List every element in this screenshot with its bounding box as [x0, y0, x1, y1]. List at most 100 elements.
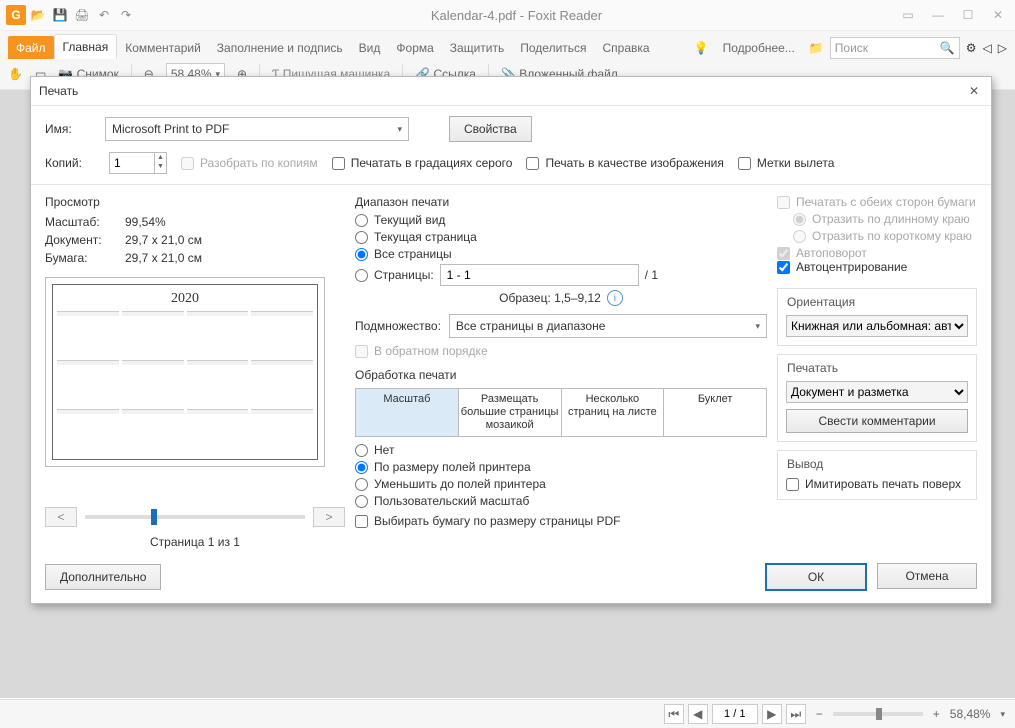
flip-long-radio: Отразить по длинному краю [793, 212, 977, 226]
preview-thumbnail: 2020 [45, 277, 325, 467]
tab-view[interactable]: Вид [351, 36, 389, 59]
pages-input[interactable] [440, 264, 639, 286]
bulb-icon[interactable]: 💡 [694, 41, 709, 55]
save-icon[interactable]: 💾 [50, 5, 70, 25]
preview-doc-value: 29,7 x 21,0 см [125, 231, 202, 249]
scale-custom[interactable]: Пользовательский масштаб [355, 494, 767, 508]
preview-prev-button[interactable]: < [45, 507, 77, 527]
range-current-page[interactable]: Текущая страница [355, 230, 767, 244]
zoom-slider[interactable] [833, 712, 923, 716]
gear-icon[interactable]: ⚙ [966, 41, 977, 55]
auto-rotate-checkbox: Автоповорот [777, 246, 977, 260]
tab-file[interactable]: Файл [8, 36, 54, 59]
tab-home[interactable]: Главная [54, 34, 118, 59]
copies-spinner[interactable]: ▲▼ [109, 152, 167, 174]
minimize-icon[interactable]: — [927, 8, 949, 22]
zoom-out-status-icon[interactable]: − [816, 707, 823, 721]
preview-doc-label: Документ: [45, 231, 115, 249]
preview-year: 2020 [171, 291, 199, 307]
titlebar: G 📂 💾 🖨 ↶ ↷ Kalendar-4.pdf - Foxit Reade… [0, 0, 1015, 31]
tab-form[interactable]: Форма [388, 36, 441, 59]
handling-tab-nup[interactable]: Несколько страниц на листе [562, 389, 665, 436]
print-as-image-checkbox[interactable]: Печать в качестве изображения [526, 156, 723, 170]
range-all-pages[interactable]: Все страницы [355, 247, 767, 261]
preview-scale-value: 99,54% [125, 213, 166, 231]
tab-help[interactable]: Справка [595, 36, 658, 59]
tell-me[interactable]: Подробнее... [715, 36, 803, 59]
printer-select[interactable]: Microsoft Print to PDF▾ [105, 117, 409, 141]
first-page-icon[interactable]: ⏮ [664, 704, 684, 724]
dialog-close-icon[interactable]: ✕ [965, 82, 983, 100]
redo-icon[interactable]: ↷ [116, 5, 136, 25]
search-input[interactable]: Поиск 🔍 [830, 37, 960, 59]
copies-label: Копий: [45, 156, 95, 170]
undo-icon[interactable]: ↶ [94, 5, 114, 25]
page-number-field[interactable] [712, 704, 758, 724]
range-sample: Образец: 1,5–9,12 [499, 291, 601, 305]
range-pages[interactable]: Страницы: [355, 268, 434, 282]
handling-tab-scale[interactable]: Масштаб [356, 389, 459, 436]
next-page-icon[interactable]: ▶ [762, 704, 782, 724]
search-icon: 🔍 [940, 41, 955, 55]
advanced-button[interactable]: Дополнительно [45, 564, 161, 590]
summarize-comments-button[interactable]: Свести комментарии [786, 409, 968, 433]
collate-checkbox: Разобрать по копиям [181, 156, 318, 170]
scale-shrink[interactable]: Уменьшить до полей принтера [355, 477, 767, 491]
window-title: Kalendar-4.pdf - Foxit Reader [136, 8, 897, 23]
print-what-title: Печатать [784, 361, 841, 375]
subset-select[interactable]: Все страницы в диапазоне▾ [449, 314, 767, 338]
app-icon: G [6, 5, 26, 25]
preview-title: Просмотр [45, 195, 345, 209]
choose-paper-checkbox[interactable]: Выбирать бумагу по размеру страницы PDF [355, 514, 767, 528]
open-icon[interactable]: 📂 [28, 5, 48, 25]
grayscale-checkbox[interactable]: Печатать в градациях серого [332, 156, 513, 170]
preview-paper-value: 29,7 x 21,0 см [125, 249, 202, 267]
handling-tabs: Масштаб Размещать большие страницы мозаи… [355, 388, 767, 437]
hand-tool-icon[interactable]: ✋ [8, 67, 23, 81]
range-title: Диапазон печати [355, 195, 767, 209]
info-icon[interactable]: i [607, 290, 623, 306]
nav-right-icon[interactable]: ▷ [998, 41, 1007, 55]
cancel-button[interactable]: Отмена [877, 563, 977, 589]
tab-fillsign[interactable]: Заполнение и подпись [209, 36, 351, 59]
printer-name-label: Имя: [45, 122, 95, 136]
bleed-marks-checkbox[interactable]: Метки вылета [738, 156, 835, 170]
folder-icon[interactable]: 📁 [809, 41, 824, 55]
dialog-title: Печать [39, 84, 78, 98]
print-icon[interactable]: 🖨 [72, 5, 92, 25]
prev-page-icon[interactable]: ◀ [688, 704, 708, 724]
statusbar: ⏮ ◀ ▶ ⏭ − + 58,48% ▾ [0, 699, 1015, 728]
range-current-view[interactable]: Текущий вид [355, 213, 767, 227]
close-window-icon[interactable]: ✕ [987, 8, 1009, 22]
restore-icon[interactable]: ▭ [897, 8, 919, 22]
spin-up-icon[interactable]: ▲ [155, 153, 166, 162]
orientation-title: Ориентация [784, 295, 858, 309]
scale-none[interactable]: Нет [355, 443, 767, 457]
orientation-select[interactable]: Книжная или альбомная: авто [786, 315, 968, 337]
preview-page-indicator: Страница 1 из 1 [45, 535, 345, 549]
print-what-select[interactable]: Документ и разметка [786, 381, 968, 403]
pages-of: / 1 [645, 268, 658, 282]
properties-button[interactable]: Свойства [449, 116, 532, 142]
maximize-icon[interactable]: ☐ [957, 8, 979, 22]
spin-down-icon[interactable]: ▼ [155, 162, 166, 171]
zoom-in-status-icon[interactable]: + [933, 707, 940, 721]
tab-protect[interactable]: Защитить [442, 36, 512, 59]
copies-input[interactable] [110, 153, 154, 173]
simulate-overprint-checkbox[interactable]: Имитировать печать поверх [786, 477, 968, 491]
handling-tab-booklet[interactable]: Буклет [664, 389, 766, 436]
tab-share[interactable]: Поделиться [512, 36, 594, 59]
reverse-order-checkbox: В обратном порядке [355, 344, 767, 358]
tab-comment[interactable]: Комментарий [117, 36, 209, 59]
zoom-value: 58,48% [950, 707, 991, 721]
preview-next-button[interactable]: > [313, 507, 345, 527]
ok-button[interactable]: ОК [765, 563, 867, 591]
auto-center-checkbox[interactable]: Автоцентрирование [777, 260, 977, 274]
last-page-icon[interactable]: ⏭ [786, 704, 806, 724]
subset-label: Подмножество: [355, 319, 441, 333]
nav-left-icon[interactable]: ◁ [983, 41, 992, 55]
handling-tab-tile[interactable]: Размещать большие страницы мозаикой [459, 389, 562, 436]
scale-fit[interactable]: По размеру полей принтера [355, 460, 767, 474]
zoom-menu-icon[interactable]: ▾ [1000, 709, 1005, 720]
preview-slider[interactable] [85, 515, 305, 519]
